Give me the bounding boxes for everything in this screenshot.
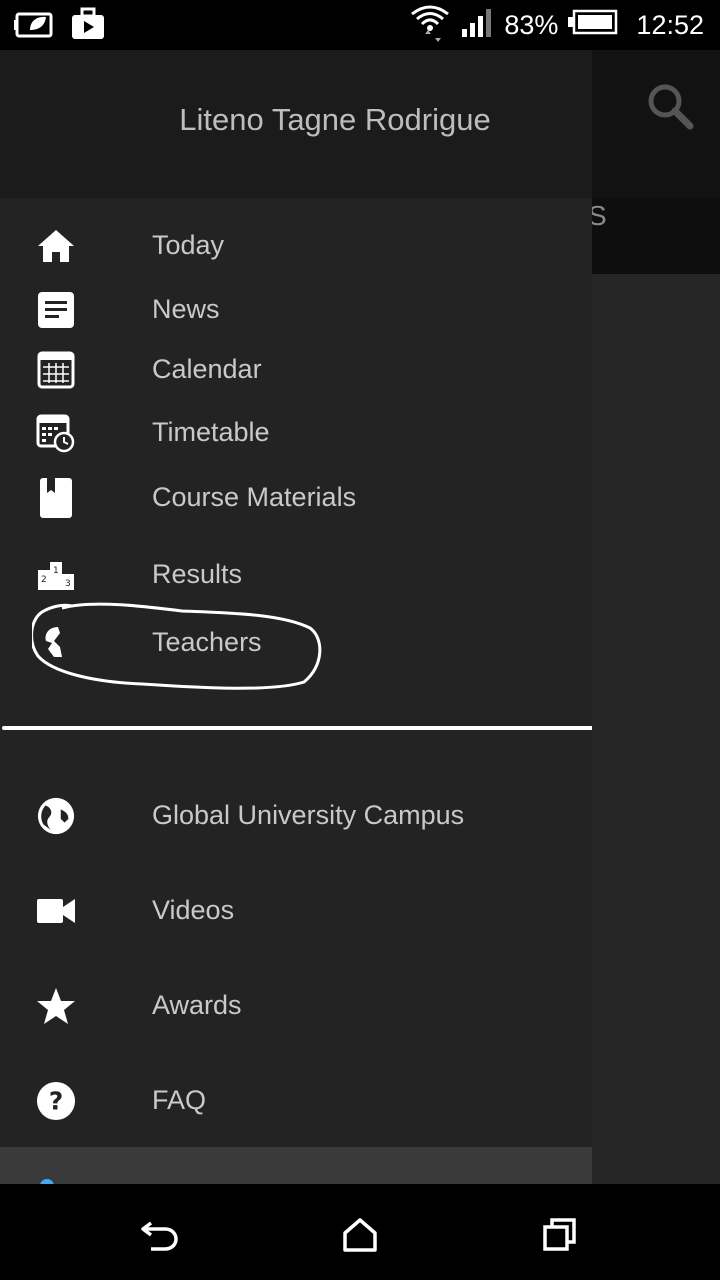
recents-icon[interactable] bbox=[535, 1210, 585, 1260]
nav-item-label: Today bbox=[152, 230, 225, 260]
home-nav-icon[interactable] bbox=[335, 1210, 385, 1260]
system-navigation-bar bbox=[0, 1184, 720, 1280]
clock: 12:52 bbox=[636, 9, 704, 40]
nav-item-awards[interactable]: Awards bbox=[0, 976, 592, 1036]
nav-item-faq[interactable]: ? FAQ bbox=[0, 1071, 592, 1131]
signal-icon bbox=[460, 7, 494, 44]
nav-item-news[interactable]: News bbox=[0, 280, 592, 340]
globe-icon bbox=[36, 796, 76, 836]
battery-percent: 83% bbox=[504, 9, 559, 40]
nav-item-global-university-campus[interactable]: Global University Campus bbox=[0, 786, 592, 846]
video-camera-icon bbox=[36, 891, 76, 931]
svg-text:?: ? bbox=[49, 1087, 63, 1116]
status-left-icons bbox=[14, 6, 106, 47]
help-icon: ? bbox=[36, 1081, 76, 1121]
star-icon bbox=[36, 986, 76, 1026]
calendar-icon bbox=[36, 350, 76, 390]
search-icon[interactable] bbox=[646, 82, 694, 135]
hand-drawn-circle-annotation bbox=[32, 602, 322, 690]
nav-item-label: Course Materials bbox=[152, 482, 357, 512]
drawer-header: Liteno Tagne Rodrigue bbox=[0, 50, 592, 198]
timetable-icon bbox=[36, 413, 76, 453]
nav-item-label: Videos bbox=[152, 895, 235, 925]
nav-item-label: Global University Campus bbox=[152, 800, 465, 830]
nav-item-timetable[interactable]: Timetable bbox=[0, 403, 592, 463]
section-divider bbox=[2, 726, 592, 730]
home-icon bbox=[36, 226, 76, 266]
news-icon bbox=[36, 290, 76, 330]
nav-item-label: Timetable bbox=[152, 417, 270, 447]
nav-item-label: FAQ bbox=[152, 1085, 207, 1115]
nav-item-calendar[interactable]: Calendar bbox=[0, 340, 592, 400]
nav-item-label: Calendar bbox=[152, 354, 262, 384]
nav-item-label: News bbox=[152, 294, 220, 324]
nav-item-label: Awards bbox=[152, 990, 242, 1020]
status-bar: 83% 12:52 bbox=[0, 0, 720, 50]
drawer-footer bbox=[0, 1147, 592, 1184]
book-icon bbox=[36, 478, 76, 518]
nav-item-course-materials[interactable]: Course Materials bbox=[0, 468, 592, 528]
wifi-icon bbox=[410, 2, 450, 49]
battery-icon bbox=[568, 9, 618, 42]
nav-item-today[interactable]: Today bbox=[0, 216, 592, 276]
briefcase-play-icon bbox=[70, 6, 106, 47]
nav-item-videos[interactable]: Videos bbox=[0, 881, 592, 941]
status-right: 83% 12:52 bbox=[410, 0, 704, 50]
back-icon[interactable] bbox=[134, 1210, 184, 1260]
user-name: Liteno Tagne Rodrigue bbox=[179, 102, 491, 137]
leaf-battery-icon bbox=[14, 6, 56, 47]
